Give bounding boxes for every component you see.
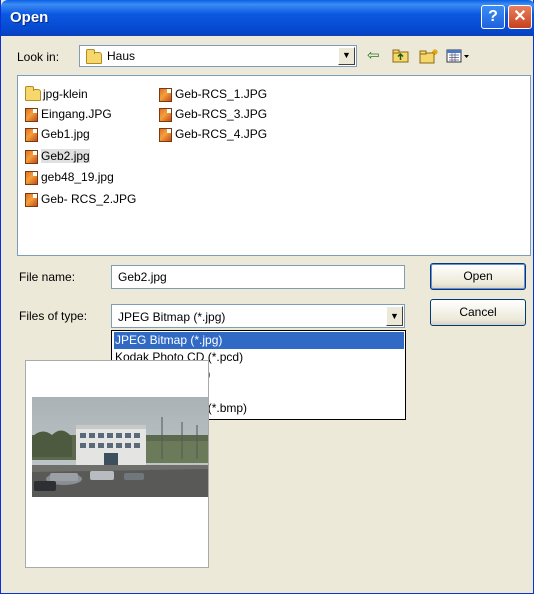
file-type-label: Files of type:	[19, 309, 88, 323]
open-dialog: Open ? ✕ Look in: Haus ▼ ⇦ jpg-klein Ein…	[0, 0, 534, 594]
file-name-label: File name:	[19, 270, 76, 284]
list-item[interactable]: geb48_19.jpg	[25, 169, 114, 186]
image-preview	[25, 360, 209, 568]
list-item[interactable]: Geb- RCS_2.JPG	[25, 191, 136, 208]
file-list[interactable]: jpg-klein Eingang.JPG Geb1.jpg Geb2.jpg …	[17, 75, 531, 256]
close-button[interactable]: ✕	[508, 5, 532, 29]
list-item[interactable]: Geb-RCS_4.JPG	[159, 126, 267, 143]
help-button[interactable]: ?	[481, 5, 505, 29]
folder-icon	[86, 48, 102, 64]
list-item-folder[interactable]: jpg-klein	[25, 85, 88, 103]
new-folder-icon[interactable]	[419, 48, 439, 68]
look-in-label: Look in:	[17, 50, 60, 64]
back-arrow-icon[interactable]: ⇦	[367, 48, 380, 64]
folder-icon	[25, 85, 41, 103]
list-item[interactable]: Geb-RCS_3.JPG	[159, 106, 267, 123]
jpg-file-icon	[25, 192, 38, 207]
jpg-file-icon	[159, 127, 172, 142]
jpg-file-icon	[159, 87, 172, 102]
jpg-file-icon	[25, 107, 38, 122]
file-type-value: JPEG Bitmap (*.jpg)	[118, 310, 226, 324]
preview-photo	[32, 397, 208, 497]
views-menu-icon[interactable]	[446, 48, 472, 68]
window-title: Open	[10, 9, 49, 26]
jpg-file-icon	[25, 127, 38, 142]
list-item[interactable]: Geb-RCS_1.JPG	[159, 86, 267, 103]
look-in-value: Haus	[107, 49, 136, 63]
list-item[interactable]: Geb2.jpg	[25, 148, 90, 165]
look-in-combo[interactable]: Haus ▼	[79, 45, 357, 67]
open-button[interactable]: Open	[430, 263, 526, 290]
file-type-option[interactable]: JPEG Bitmap (*.jpg)	[114, 332, 404, 349]
chevron-down-icon[interactable]: ▼	[338, 47, 355, 65]
jpg-file-icon	[25, 170, 38, 185]
list-item[interactable]: Geb1.jpg	[25, 126, 90, 143]
jpg-file-icon	[159, 107, 172, 122]
list-item[interactable]: Eingang.JPG	[25, 106, 112, 123]
jpg-file-icon	[25, 149, 38, 164]
up-folder-icon[interactable]	[392, 48, 410, 68]
cancel-button[interactable]: Cancel	[430, 299, 526, 326]
file-type-select[interactable]: JPEG Bitmap (*.jpg) ▼	[111, 304, 405, 328]
file-name-input[interactable]: Geb2.jpg	[111, 265, 405, 289]
chevron-down-icon[interactable]: ▼	[386, 306, 403, 326]
help-icon: ?	[488, 8, 498, 25]
close-icon: ✕	[513, 8, 527, 25]
title-bar[interactable]: Open ? ✕	[1, 0, 534, 36]
